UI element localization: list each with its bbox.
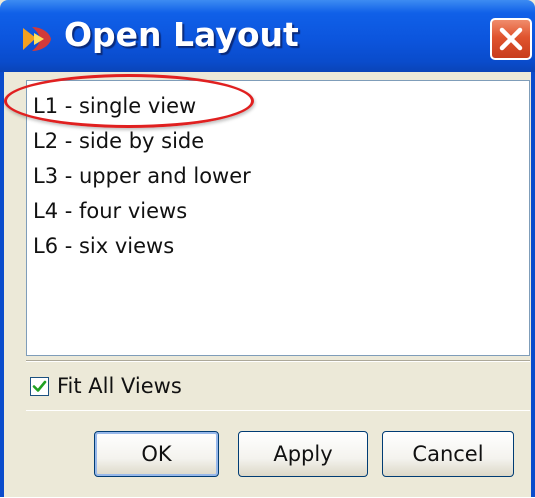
apply-button[interactable]: Apply [238,431,368,477]
layout-item-l4[interactable]: L4 - four views [27,195,529,230]
dialog-title: Open Layout [64,15,299,54]
window-frame-right [531,72,535,497]
ok-button[interactable]: OK [94,431,219,477]
button-bar: OK Apply Cancel [26,410,530,498]
cancel-button[interactable]: Cancel [382,431,514,477]
close-button[interactable] [490,18,532,60]
title-bar[interactable]: Open Layout [0,0,535,72]
highlight-annotation [4,74,254,128]
window-frame-left [0,72,4,497]
separator [26,360,530,362]
layout-item-l6[interactable]: L6 - six views [27,230,529,265]
fit-all-views-option[interactable]: Fit All Views [30,371,182,401]
fit-all-views-checkbox[interactable] [30,376,49,396]
close-icon [499,27,523,51]
checkmark-icon [32,380,47,392]
layout-item-l2[interactable]: L2 - side by side [27,125,529,160]
layout-item-l3[interactable]: L3 - upper and lower [27,160,529,195]
app-logo-icon [23,27,51,51]
fit-all-views-label: Fit All Views [57,374,182,398]
open-layout-dialog: Open Layout L1 - single view L2 - side b… [0,0,535,497]
